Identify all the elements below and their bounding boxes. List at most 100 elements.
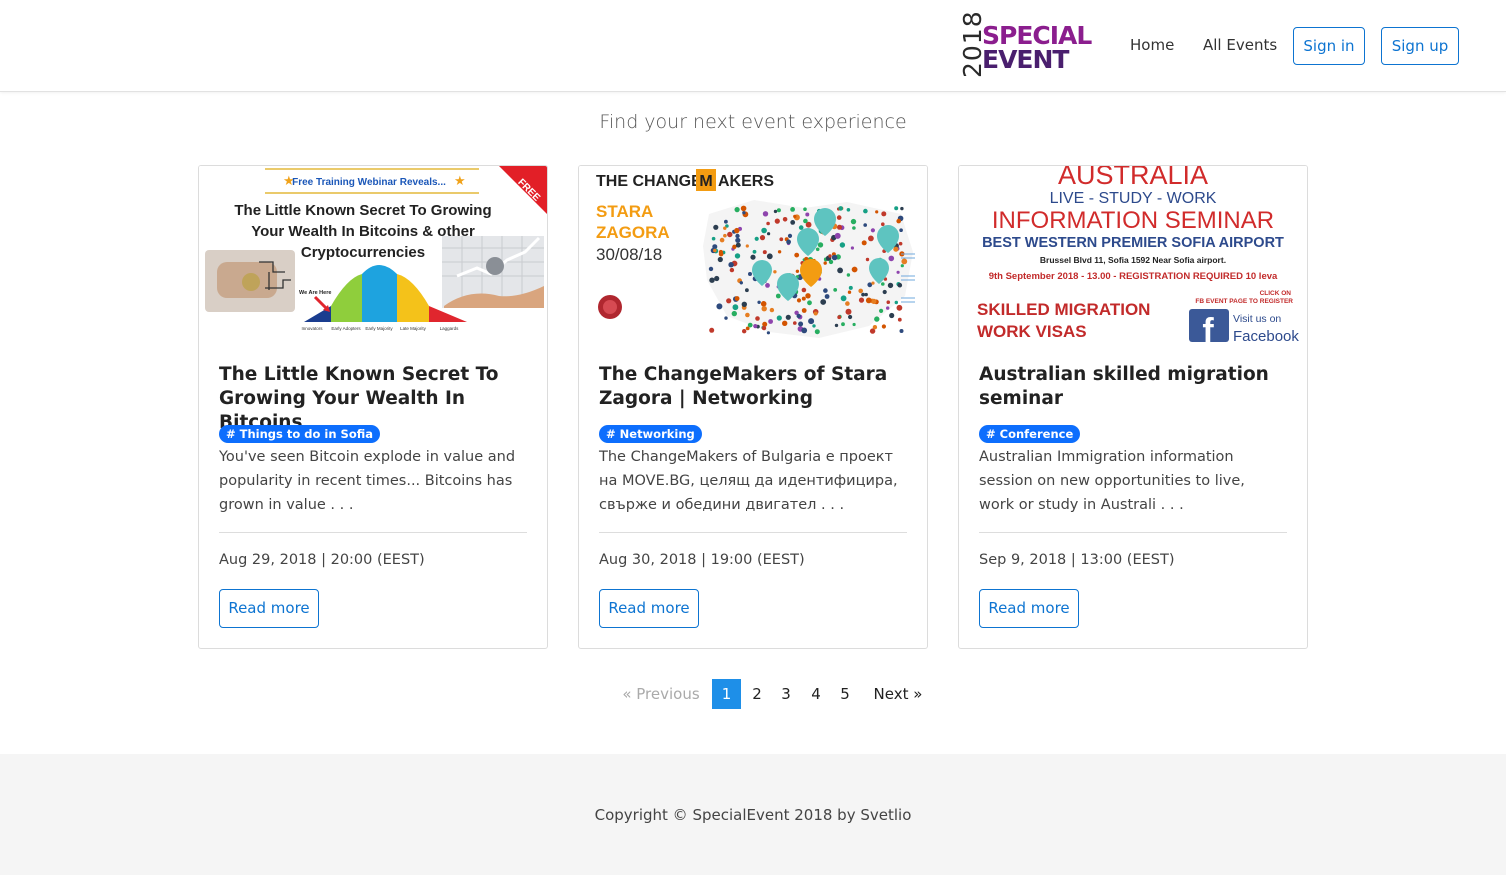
map-figure-dot	[776, 315, 782, 321]
event-title[interactable]: Australian skilled migration seminar	[979, 363, 1291, 411]
map-figure-dot	[834, 232, 841, 239]
event-image[interactable]: AUSTRALIA LIVE - STUDY - WORK INFORMATIO…	[959, 166, 1307, 342]
image-line-2: LIVE - STUDY - WORK	[1050, 190, 1217, 207]
map-figure-dot	[752, 249, 757, 254]
map-figure-dot	[817, 242, 824, 248]
map-figure-dot	[863, 208, 868, 214]
pagination-page-3[interactable]: 3	[773, 679, 799, 709]
map-figure-dot	[714, 275, 720, 282]
logo-word-event: EVENT	[982, 45, 1069, 74]
curve-label: Early Majority	[365, 326, 393, 331]
event-title[interactable]: The ChangeMakers of Stara Zagora | Netwo…	[599, 363, 911, 411]
event-description: You've seen Bitcoin explode in value and…	[219, 449, 516, 513]
curve-label: Late Majority	[400, 326, 427, 331]
map-figure-dot	[889, 312, 895, 319]
image-city-2: ZAGORA	[596, 223, 670, 242]
logo[interactable]: 2018 SPECIAL EVENT	[955, 10, 1115, 78]
read-more-button[interactable]: Read more	[219, 589, 319, 628]
map-figure-dot	[871, 281, 875, 285]
category-badge[interactable]: # Networking	[599, 425, 702, 443]
pagination-page-5[interactable]: 5	[832, 679, 858, 709]
category-badge[interactable]: # Conference	[979, 425, 1081, 443]
image-city-1: STARA	[596, 202, 653, 221]
svg-text:★: ★	[454, 174, 466, 189]
map-figure-dot	[870, 228, 875, 233]
map-figure-dot	[734, 207, 740, 213]
nav-all-events-link[interactable]: All Events	[1203, 36, 1277, 54]
map-figure-dot	[896, 270, 900, 274]
map-figure-dot	[837, 224, 842, 230]
map-figure-dot	[861, 292, 865, 297]
map-figure-dot	[709, 277, 715, 283]
map-figure-dot	[761, 306, 767, 312]
map-figure-dot	[896, 304, 903, 311]
map-figure-dot	[732, 304, 739, 311]
pagination-previous[interactable]: « Previous	[618, 679, 704, 709]
nav-home-link[interactable]: Home	[1130, 36, 1174, 54]
map-figure-dot	[848, 314, 853, 320]
map-figure-dot	[761, 227, 767, 234]
map-figure-dot	[745, 288, 749, 293]
pagination-page-1[interactable]: 1	[712, 679, 741, 709]
map-figure-dot	[731, 310, 737, 317]
event-image[interactable]: THE CHANGE M AKERS STARA ZAGORA 30/08/18	[579, 166, 927, 342]
map-figure-dot	[834, 323, 839, 328]
map-figure-dot	[735, 242, 741, 248]
map-figure-dot	[837, 267, 843, 274]
curve-label: Innovators	[301, 326, 323, 331]
map-figure-dot	[729, 267, 735, 273]
sign-in-button[interactable]: Sign in	[1293, 27, 1365, 65]
map-figure-dot	[858, 288, 863, 294]
map-figure-dot	[824, 294, 830, 299]
image-click-2: FB EVENT PAGE TO REGISTER	[1195, 298, 1293, 305]
event-image[interactable]: ★ ★ Free Training Webinar Reveals... FRE…	[199, 166, 547, 342]
pagination-page-4[interactable]: 4	[803, 679, 829, 709]
map-figure-dot	[803, 207, 807, 211]
category-badge[interactable]: # Things to do in Sofia	[219, 425, 381, 443]
map-figure-dot	[881, 222, 885, 226]
pagination-page-2[interactable]: 2	[744, 679, 770, 709]
sign-up-button[interactable]: Sign up	[1381, 27, 1459, 65]
navbar: 2018 SPECIAL EVENT Home All Events Sign …	[0, 0, 1506, 92]
map-figure-dot	[850, 246, 854, 250]
map-figure-dot	[734, 253, 741, 259]
map-figure-dot	[773, 209, 778, 214]
image-line-4: BEST WESTERN PREMIER SOFIA AIRPORT	[982, 235, 1284, 251]
map-figure-dot	[875, 210, 879, 214]
map-figure-dot	[748, 272, 752, 276]
map-figure-dot	[864, 292, 868, 297]
event-datetime: Aug 29, 2018 | 20:00 (EEST)	[219, 552, 425, 568]
image-click-1: CLICK ON	[1260, 290, 1292, 297]
read-more-button[interactable]: Read more	[979, 589, 1079, 628]
event-card: ★ ★ Free Training Webinar Reveals... FRE…	[198, 165, 548, 649]
map-figure-dot	[893, 246, 899, 252]
map-figure-dot	[769, 307, 775, 313]
map-figure-dot	[803, 218, 808, 224]
footer: Copyright © SpecialEvent 2018 by Svetlio	[0, 754, 1506, 875]
pagination-next[interactable]: Next »	[866, 679, 930, 709]
map-figure-dot	[874, 316, 880, 322]
map-figure-dot	[775, 293, 781, 299]
map-figure-dot	[747, 322, 753, 328]
image-line-1: AUSTRALIA	[1058, 166, 1208, 190]
map-figure-dot	[823, 288, 828, 293]
map-figure-dot	[841, 322, 845, 327]
map-figure-dot	[865, 297, 872, 304]
map-figure-dot	[897, 317, 902, 322]
divider	[599, 532, 907, 533]
map-figure-dot	[839, 242, 846, 248]
map-figure-dot	[845, 308, 852, 315]
read-more-button[interactable]: Read more	[599, 589, 699, 628]
image-line-5: Brussel Blvd 11, Sofia 1592 Near Sofia a…	[1040, 255, 1226, 265]
map-figure-dot	[798, 225, 804, 230]
map-figure-dot	[761, 325, 767, 331]
map-figure-dot	[794, 252, 800, 258]
map-figure-dot	[845, 301, 850, 306]
map-figure-dot	[801, 296, 806, 301]
map-figure-dot	[776, 208, 781, 213]
image-date: 30/08/18	[596, 245, 662, 264]
map-figure-dot	[782, 320, 788, 326]
map-figure-dot	[851, 266, 858, 273]
map-figure-dot	[888, 255, 895, 262]
event-card: AUSTRALIA LIVE - STUDY - WORK INFORMATIO…	[958, 165, 1308, 649]
